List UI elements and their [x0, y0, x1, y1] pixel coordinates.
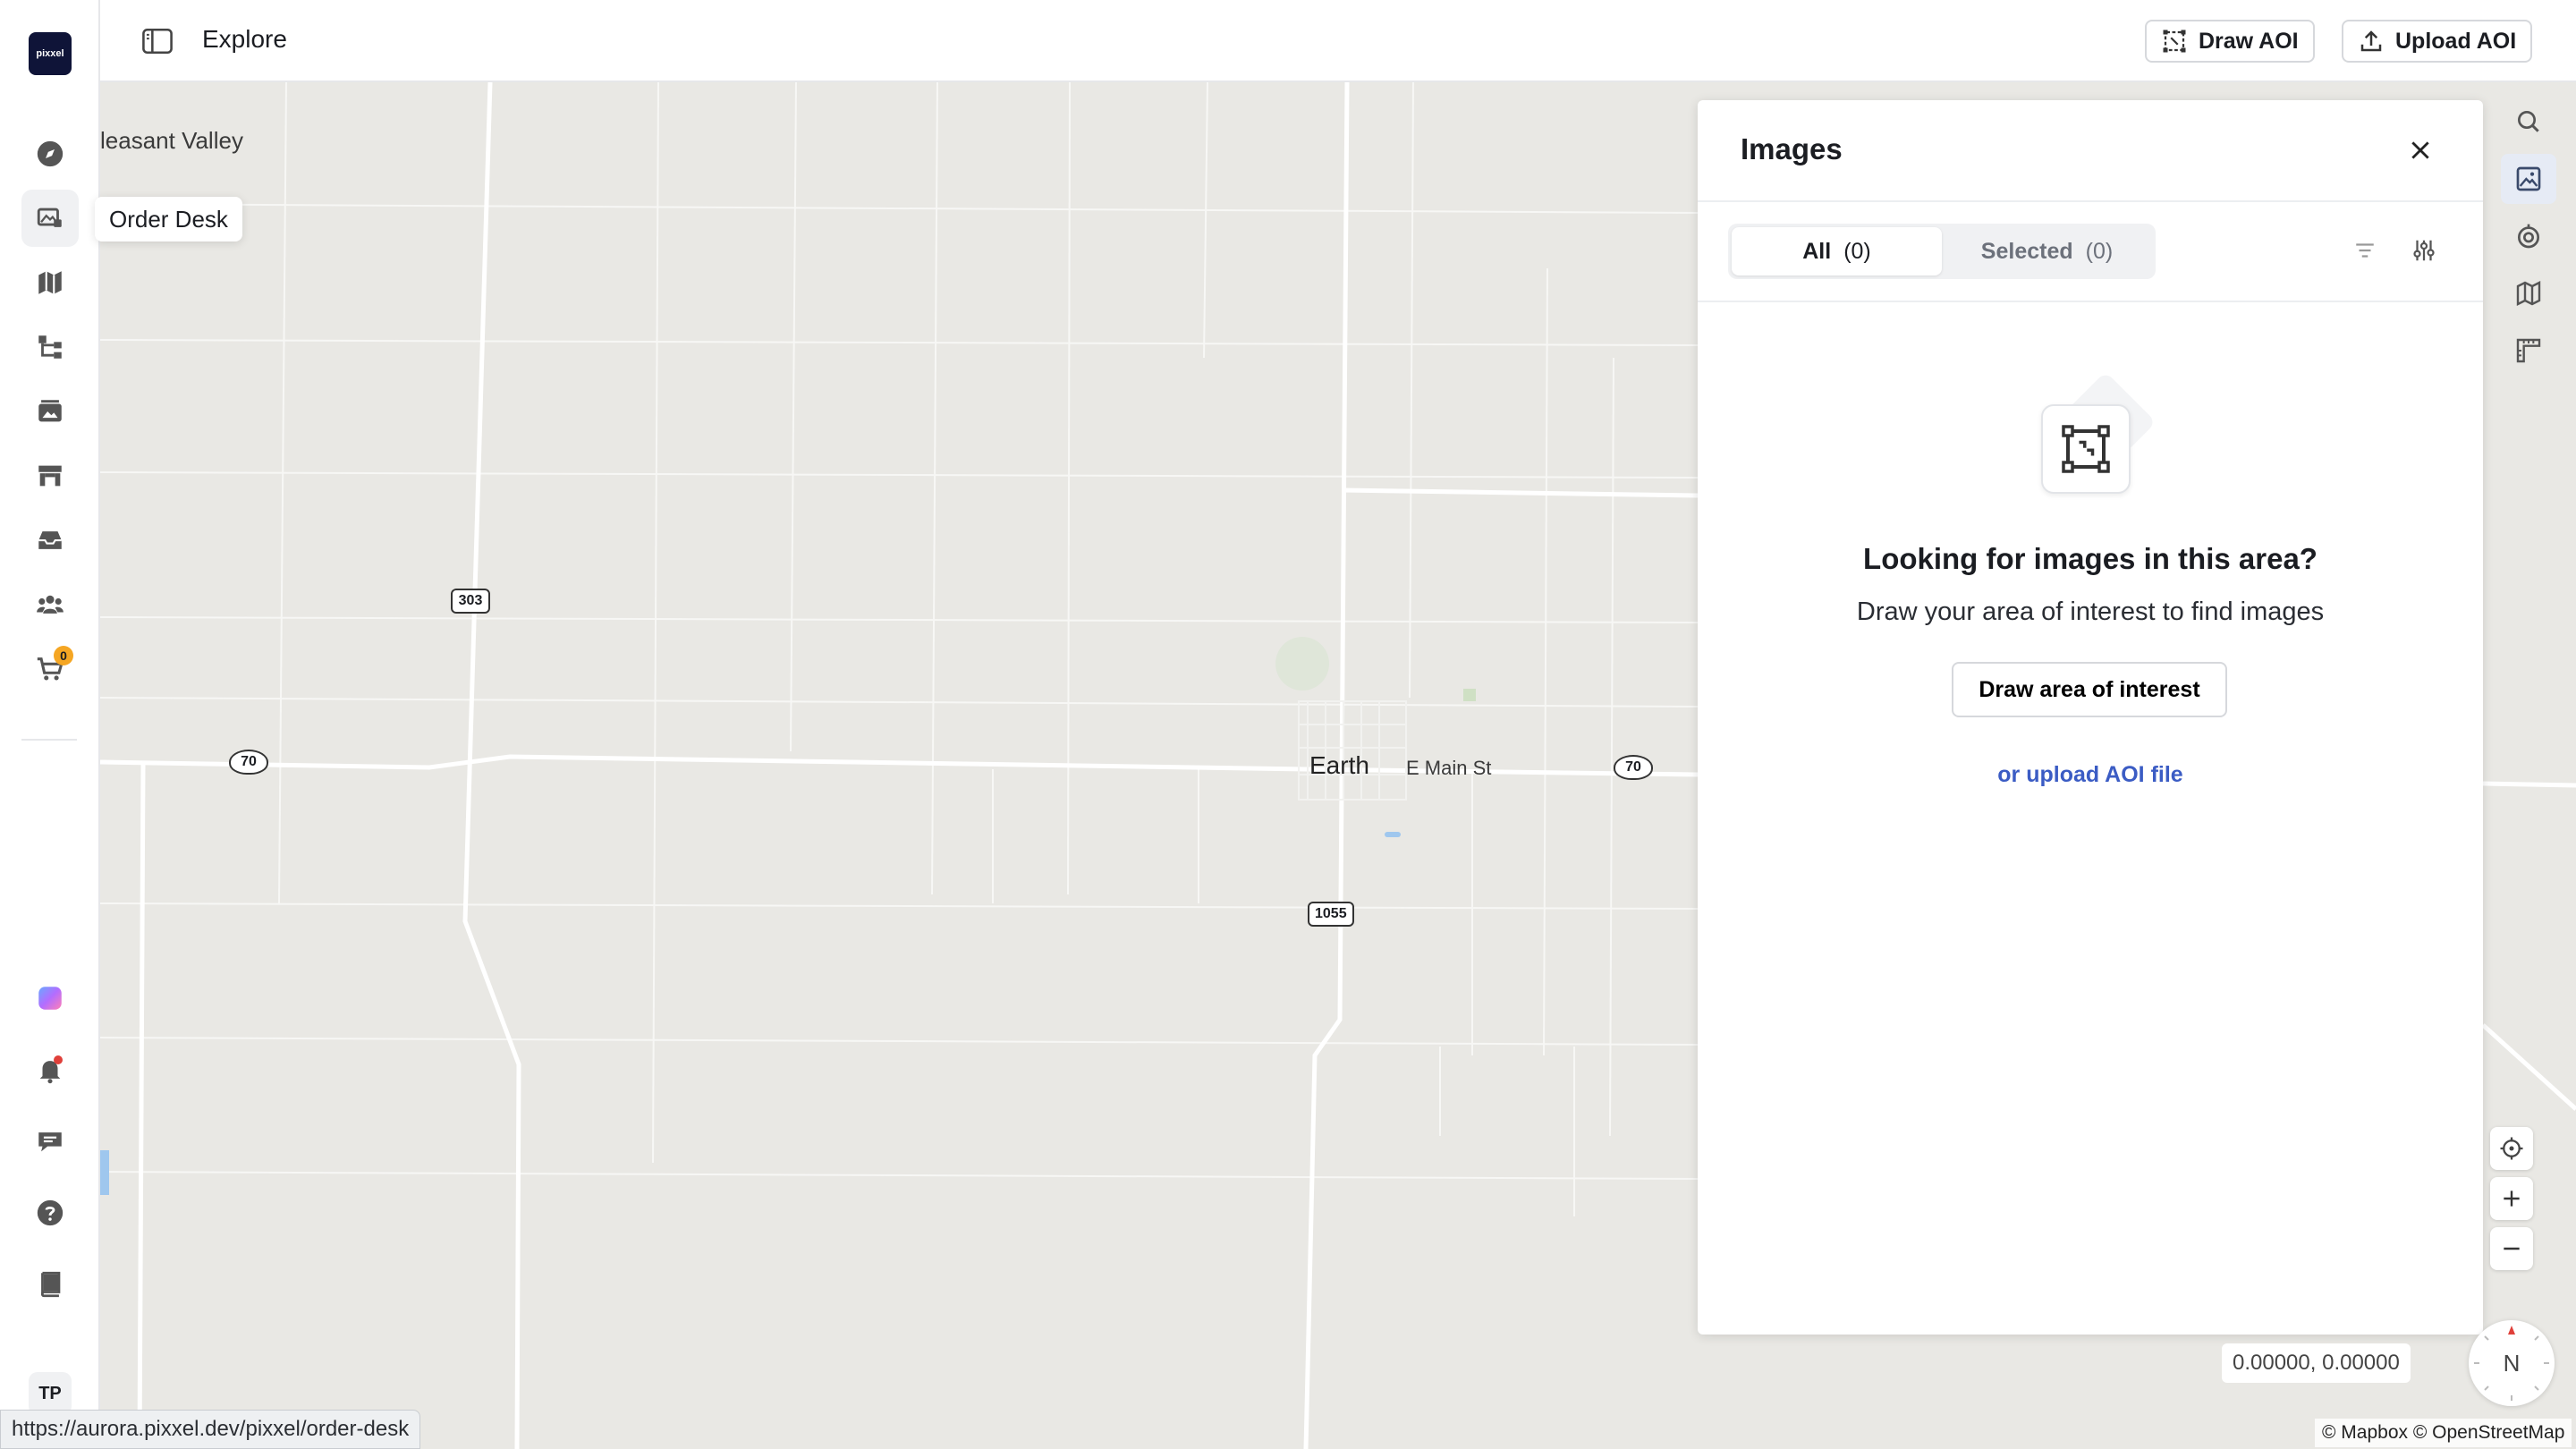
draw-area-of-interest-button[interactable]: Draw area of interest	[1952, 662, 2227, 717]
sort-button[interactable]	[2349, 234, 2381, 267]
plus-icon	[2504, 1191, 2520, 1207]
zoom-in-button[interactable]	[2490, 1177, 2533, 1220]
docs-icon	[40, 1271, 61, 1298]
upload-icon	[2360, 30, 2382, 52]
map-label-pleasant-valley: leasant Valley	[100, 127, 243, 154]
zoom-out-button[interactable]	[2490, 1227, 2533, 1270]
aurora-icon	[38, 987, 62, 1010]
sidebar-item-gallery[interactable]	[21, 383, 79, 440]
tab-tools	[2349, 234, 2440, 267]
compass-button[interactable]: N	[2469, 1320, 2555, 1406]
upload-aoi-button[interactable]: Upload AOI	[2342, 20, 2533, 63]
sidebar-item-maps[interactable]	[21, 254, 79, 311]
images-panel: Images All (0) Selected (0) Looking for …	[1698, 100, 2483, 1335]
archive-icon	[38, 531, 62, 549]
basemap-tool-button[interactable]	[2501, 268, 2556, 318]
sidebar-divider	[21, 739, 77, 741]
empty-state-illustration	[2041, 371, 2157, 494]
map-attribution[interactable]: © Mapbox © OpenStreetMap	[2315, 1419, 2572, 1447]
sidebar-item-explore[interactable]	[21, 125, 79, 182]
tab-selected-label: Selected	[1980, 238, 2073, 264]
empty-state-subtitle: Draw your area of interest to find image…	[1856, 597, 2325, 626]
panel-toggle-icon	[142, 28, 173, 55]
order-desk-icon	[37, 208, 62, 227]
empty-state-title: Looking for images in this area?	[1863, 542, 2318, 575]
store-icon	[38, 465, 62, 487]
route-shield-us70-right: 70	[1614, 755, 1653, 780]
pixxel-logo[interactable]: pixxel	[29, 32, 72, 75]
team-icon	[37, 595, 64, 614]
top-bar: Explore Draw AOI Upload AOI	[100, 0, 2576, 82]
sidebar-item-store[interactable]	[21, 447, 79, 504]
status-bar-url: https://aurora.pixxel.dev/pixxel/order-d…	[0, 1410, 421, 1449]
draw-aoi-label: Draw AOI	[2199, 28, 2299, 54]
notification-dot	[54, 1055, 63, 1064]
compass-icon	[37, 140, 64, 167]
sidebar: pixxel 0 TP	[0, 0, 100, 1449]
sidebar-toggle-button[interactable]	[140, 23, 175, 59]
chat-icon	[38, 1132, 62, 1152]
help-icon	[37, 1199, 64, 1226]
images-icon	[2516, 166, 2541, 191]
measure-tool-button[interactable]	[2501, 326, 2556, 376]
aoi-empty-icon	[2041, 404, 2131, 494]
map-label-e-main-st: E Main St	[1406, 757, 1492, 779]
sidebar-item-archive[interactable]	[21, 512, 79, 569]
gallery-icon	[38, 400, 62, 422]
sliders-icon	[2413, 240, 2435, 261]
locate-button[interactable]	[2490, 1127, 2533, 1170]
sidebar-item-aurora[interactable]	[21, 970, 79, 1027]
layers-tool-button[interactable]	[2501, 211, 2556, 261]
images-tabs: All (0) Selected (0)	[1728, 224, 2156, 279]
route-shield-303: 303	[451, 589, 490, 614]
filter-button[interactable]	[2408, 234, 2440, 267]
route-shield-1055: 1055	[1308, 902, 1354, 927]
map-label-earth: Earth	[1309, 751, 1369, 779]
tab-all[interactable]: All (0)	[1732, 227, 1942, 275]
aoi-frame-icon	[2062, 425, 2110, 473]
cart-count-badge: 0	[54, 646, 73, 665]
workflow-icon	[38, 335, 62, 359]
sidebar-item-help[interactable]	[21, 1184, 79, 1241]
ruler-icon	[2516, 338, 2541, 363]
coordinate-readout: 0.00000, 0.00000	[2222, 1343, 2411, 1383]
upload-aoi-label: Upload AOI	[2395, 28, 2517, 54]
sidebar-item-cart[interactable]: 0	[21, 640, 79, 698]
right-toolbar	[2501, 97, 2563, 383]
sidebar-tooltip: Order Desk	[95, 197, 242, 242]
close-panel-button[interactable]	[2404, 134, 2436, 166]
tab-selected[interactable]: Selected (0)	[1942, 227, 2152, 275]
close-icon	[2411, 141, 2429, 159]
sidebar-item-notifications[interactable]	[21, 1041, 79, 1098]
compass-north-label: N	[2503, 1349, 2521, 1377]
sidebar-item-workflows[interactable]	[21, 318, 79, 376]
target-icon	[2518, 224, 2539, 249]
draw-aoi-icon	[2163, 30, 2186, 53]
sidebar-item-docs[interactable]	[21, 1256, 79, 1313]
images-panel-header: Images	[1698, 100, 2483, 202]
page-title: Explore	[202, 25, 287, 53]
images-tool-button[interactable]	[2501, 154, 2556, 204]
map-search-button[interactable]	[2501, 97, 2556, 147]
upload-aoi-file-link[interactable]: or upload AOI file	[1698, 762, 2483, 788]
sidebar-item-order-desk[interactable]	[21, 190, 79, 247]
crosshair-icon	[2500, 1137, 2523, 1160]
search-icon	[2518, 111, 2539, 132]
draw-aoi-button[interactable]: Draw AOI	[2145, 20, 2315, 63]
sidebar-item-team[interactable]	[21, 576, 79, 633]
images-panel-title: Images	[1741, 132, 1843, 165]
route-shield-us70-left: 70	[229, 750, 268, 775]
tab-all-label: All	[1802, 238, 1832, 264]
minus-icon	[2504, 1247, 2520, 1250]
map-icon	[38, 271, 62, 294]
tab-all-count: (0)	[1843, 238, 1871, 264]
sidebar-item-chat[interactable]	[21, 1113, 79, 1170]
sort-icon	[2356, 243, 2374, 258]
user-avatar[interactable]: TP	[29, 1372, 72, 1415]
tab-selected-count: (0)	[2085, 238, 2114, 264]
tabs-divider	[1698, 301, 2483, 302]
basemap-icon	[2516, 281, 2541, 306]
